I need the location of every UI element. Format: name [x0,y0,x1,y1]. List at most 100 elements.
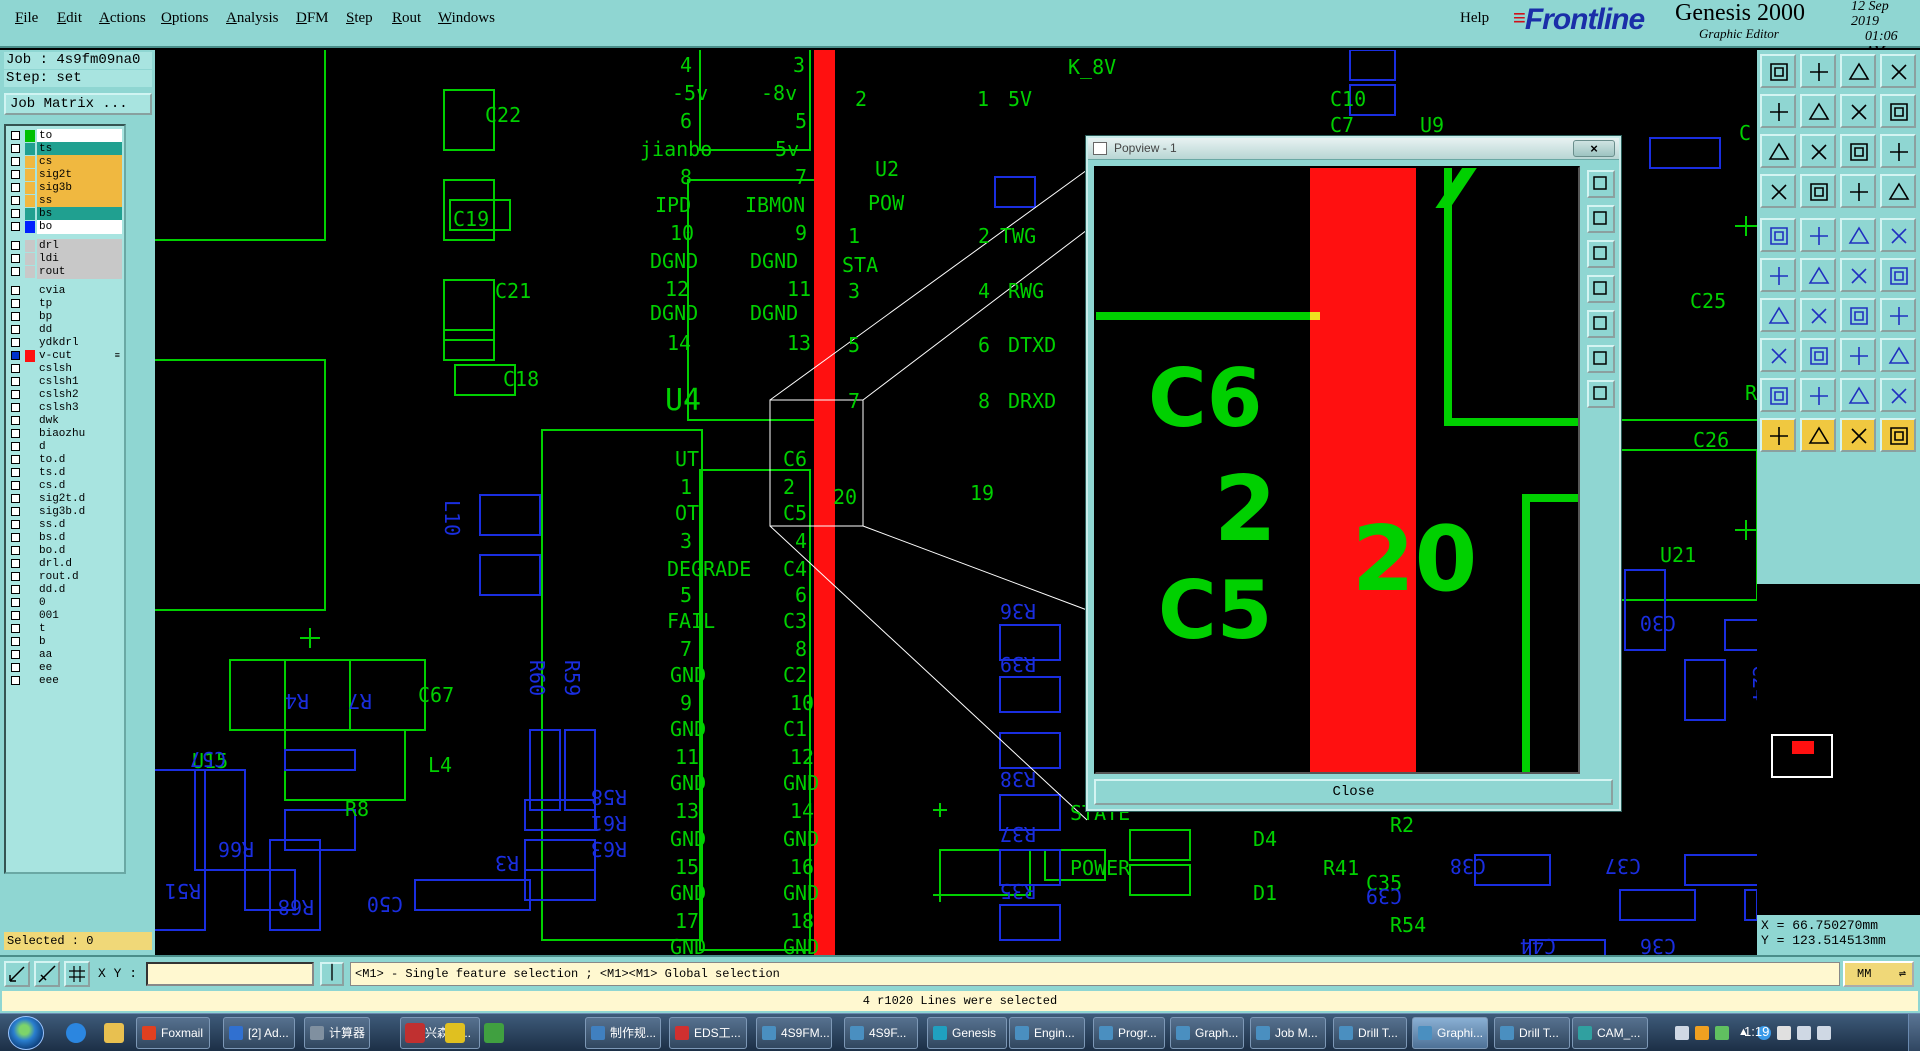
job-matrix-button[interactable]: Job Matrix ... [4,93,152,115]
connect-icon[interactable] [1760,338,1796,372]
layer-checkbox[interactable] [11,637,20,646]
layer-checkbox[interactable] [11,481,20,490]
copy-icon[interactable] [1840,258,1876,292]
edit-icon[interactable] [1800,218,1836,252]
layer-row-001[interactable]: 001 [9,609,125,623]
arch-alt-icon[interactable] [1880,378,1916,412]
layer-row-sig2t.d[interactable]: sig2t.d [9,492,125,506]
pan-right-icon[interactable] [1800,94,1836,128]
layers-icon[interactable] [1840,174,1876,208]
layer-checkbox[interactable] [11,390,20,399]
layer-row-cslsh3[interactable]: cslsh3 [9,401,125,415]
menu-edit[interactable]: Edit [57,10,82,27]
layer-checkbox[interactable] [11,364,20,373]
menu-dfm[interactable]: DFM [296,10,329,27]
layer-checkbox[interactable] [11,442,20,451]
layer-checkbox[interactable] [11,351,20,360]
save-icon[interactable] [1800,54,1836,88]
pop-zoom-out-icon[interactable] [1587,205,1615,233]
layer-row-dd[interactable]: dd [9,323,125,337]
layer-row-rout.d[interactable]: rout.d [9,570,125,584]
taskbar-clock[interactable]: 1:19 [1744,1024,1769,1039]
layer-row-bo[interactable]: bo [9,220,125,234]
layer-row-biaozhu[interactable]: biaozhu [9,427,125,441]
minus-icon[interactable] [1800,338,1836,372]
layer-checkbox[interactable] [11,131,20,140]
tray-keyboard-icon[interactable] [1675,1026,1689,1040]
popview-close-x-button[interactable]: × [1573,140,1615,157]
layer-row-cs[interactable]: cs [9,155,125,169]
show-desktop-button[interactable] [1908,1014,1920,1051]
pop-save-icon[interactable] [1587,240,1615,268]
layer-row-bs.d[interactable]: bs.d [9,531,125,545]
ie-icon[interactable] [66,1023,86,1043]
pop-zoom-in-icon[interactable] [1587,170,1615,198]
taskbar-button[interactable]: Graphi... [1412,1017,1488,1049]
layer-row-sig2t[interactable]: sig2t [9,168,125,182]
layer-row-v-cut[interactable]: v-cut [9,349,125,363]
home-icon[interactable] [1840,54,1876,88]
layer-row-ldi[interactable]: ldi [9,252,125,266]
start-button[interactable] [8,1016,44,1050]
hint-icon[interactable]: ⎮ [320,962,344,986]
pointer-icon[interactable] [1760,418,1796,452]
tray-network-icon[interactable] [1715,1026,1729,1040]
menu-rout[interactable]: Rout [392,10,421,27]
zoom-fit-icon[interactable] [1840,94,1876,128]
layer-row-ss.d[interactable]: ss.d [9,518,125,532]
layer-row-dd.d[interactable]: dd.d [9,583,125,597]
layer-checkbox[interactable] [11,299,20,308]
pointer-multi-icon[interactable] [1880,418,1916,452]
layer-checkbox[interactable] [11,533,20,542]
layer-row-0[interactable]: 0 [9,596,125,610]
layer-row-ee[interactable]: ee [9,661,125,675]
pointer-rot-icon[interactable] [1840,418,1876,452]
layer-row-sig3b[interactable]: sig3b [9,181,125,195]
app-icon-a[interactable] [405,1023,425,1043]
layer-row-sig3b.d[interactable]: sig3b.d [9,505,125,519]
app-icon-b[interactable] [445,1023,465,1043]
layer-checkbox[interactable] [11,598,20,607]
layer-row-ydkdrl[interactable]: ydkdrl [9,336,125,350]
snap-mode-icon[interactable] [4,961,30,987]
layer-checkbox[interactable] [11,494,20,503]
arch-icon[interactable] [1840,378,1876,412]
circle-icon[interactable] [1880,218,1916,252]
layer-row-cvia[interactable]: cvia [9,284,125,298]
layer-row-bs[interactable]: bs [9,207,125,221]
layer-checkbox[interactable] [11,144,20,153]
tray-monitor-icon[interactable] [1797,1026,1811,1040]
layer-row-cslsh[interactable]: cslsh [9,362,125,376]
layer-checkbox[interactable] [11,254,20,263]
app-icon-c[interactable] [484,1023,504,1043]
frame-icon[interactable] [1880,54,1916,88]
arc-icon[interactable] [1840,298,1876,332]
menu-actions[interactable]: Actions [99,10,146,27]
layer-checkbox[interactable] [11,241,20,250]
layer-row-to[interactable]: to [9,129,125,143]
tray-app-icon[interactable] [1695,1026,1709,1040]
layer-checkbox[interactable] [11,455,20,464]
taskbar-button[interactable]: Job M... [1250,1017,1326,1049]
layer-checkbox[interactable] [11,377,20,386]
layer-row-d[interactable]: d [9,440,125,454]
taskbar-button[interactable]: Drill T... [1494,1017,1570,1049]
menu-help[interactable]: Help [1460,10,1489,27]
taskbar-button[interactable]: Genesis [927,1017,1007,1049]
cut-icon[interactable] [1800,258,1836,292]
layer-row-eee[interactable]: eee [9,674,125,688]
layer-checkbox[interactable] [11,585,20,594]
pointer-alt-icon[interactable] [1800,418,1836,452]
taskbar-button[interactable]: Graph... [1170,1017,1244,1049]
mirror-icon[interactable] [1880,258,1916,292]
snap-icon[interactable] [1760,174,1796,208]
menu-step[interactable]: Step [346,10,373,27]
select-icon[interactable] [1760,218,1796,252]
layer-checkbox[interactable] [11,429,20,438]
layer-row-aa[interactable]: aa [9,648,125,662]
pop-pan-left-icon[interactable] [1587,275,1615,303]
taskbar-button[interactable]: 4S9F... [844,1017,918,1049]
pad-icon[interactable] [1840,338,1876,372]
open-job-icon[interactable] [1760,54,1796,88]
layer-row-ts[interactable]: ts [9,142,125,156]
